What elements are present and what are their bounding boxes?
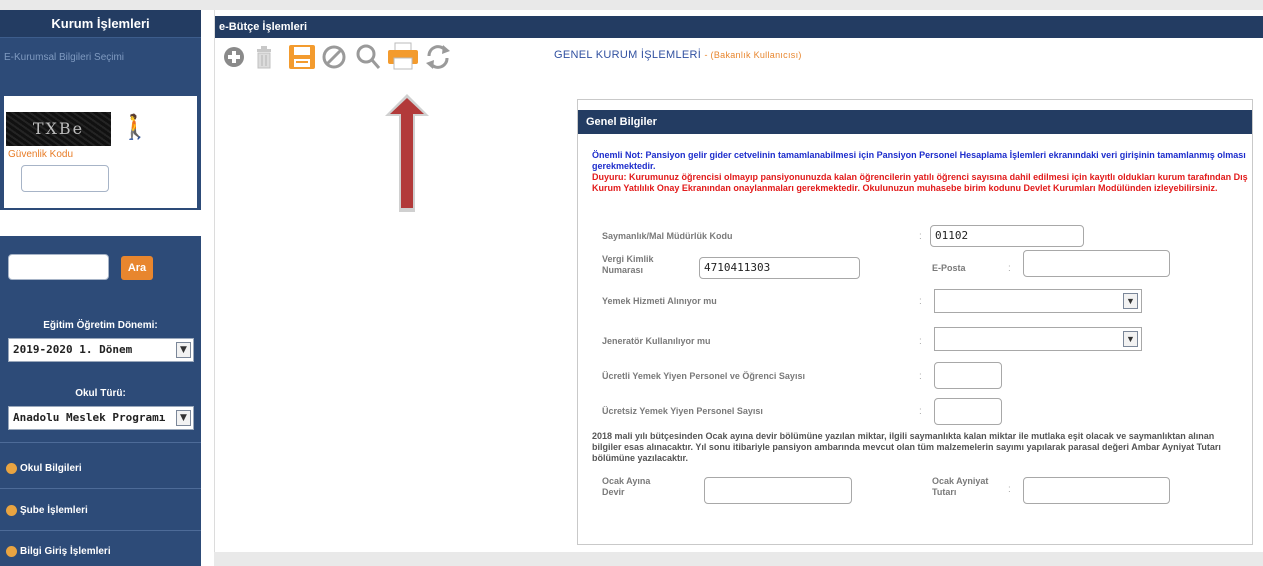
cancel-icon[interactable]: [320, 40, 348, 72]
page-title-text: GENEL KURUM İŞLEMLERİ: [554, 49, 702, 61]
chevron-down-icon[interactable]: ▼: [176, 342, 191, 358]
info-paragraph: 2018 mali yılı bütçesinden Ocak ayına de…: [592, 431, 1221, 463]
colon: :: [919, 296, 922, 307]
accessibility-audio-icon[interactable]: 🚶: [120, 112, 150, 144]
sidebar-item-bilgi-giris[interactable]: Bilgi Giriş İşlemleri: [6, 546, 111, 557]
school-type-label: Okul Türü:: [75, 388, 126, 399]
chevron-down-icon[interactable]: ▼: [1123, 293, 1138, 309]
eposta-input[interactable]: [1023, 250, 1170, 277]
sidebar-subtitle: E-Kurumsal Bilgileri Seçimi: [4, 52, 125, 63]
eposta-label: E-Posta: [932, 263, 966, 273]
colon: :: [919, 336, 922, 347]
add-icon[interactable]: [222, 40, 246, 72]
term-select[interactable]: 2019-2020 1. Dönem ▼: [8, 338, 194, 362]
ucretsiz-input[interactable]: [934, 398, 1002, 425]
search-button[interactable]: Ara: [121, 256, 153, 280]
announcement-note: Duyuru: Kurumunuz öğrencisi olmayıp pans…: [592, 172, 1248, 193]
sidebar-divider: [0, 530, 201, 531]
page-root: Kurum İşlemleri E-Kurumsal Bilgileri Seç…: [0, 0, 1263, 566]
colon: :: [919, 406, 922, 417]
important-note: Önemli Not: Pansiyon gelir gider cetveli…: [592, 150, 1246, 171]
annotation-arrow-icon: [385, 94, 429, 212]
page-title-sub: - (Bakanlık Kullanıcısı): [704, 50, 802, 60]
jenerator-label: Jeneratör Kullanılıyor mu: [602, 336, 711, 346]
yemek-label: Yemek Hizmeti Alınıyor mu: [602, 296, 717, 306]
sidebar-item-label: Okul Bilgileri: [20, 463, 82, 474]
print-icon[interactable]: [386, 40, 420, 72]
ocak-ayniyat-input[interactable]: [1023, 477, 1170, 504]
search-icon[interactable]: [354, 40, 382, 72]
search-input[interactable]: [8, 254, 109, 280]
school-type-select[interactable]: Anadolu Meslek Programı ▼: [8, 406, 194, 430]
refresh-icon[interactable]: [423, 40, 453, 72]
captcha-label: Güvenlik Kodu: [8, 149, 74, 160]
delete-icon[interactable]: [252, 40, 276, 72]
colon: :: [1008, 263, 1011, 274]
chevron-down-icon[interactable]: ▼: [1123, 331, 1138, 347]
jenerator-select[interactable]: ▼: [934, 327, 1142, 351]
colon: :: [1008, 484, 1011, 495]
sidebar-header: Kurum İşlemleri: [0, 10, 201, 38]
ocak-ayniyat-label: Ocak Ayniyat Tutarı: [932, 476, 989, 497]
saymanlik-input[interactable]: 01102: [930, 225, 1084, 247]
sidebar-item-sube-islemleri[interactable]: Şube İşlemleri: [6, 505, 88, 516]
colon: :: [919, 371, 922, 382]
saymanlik-label: Saymanlık/Mal Müdürlük Kodu: [602, 231, 733, 241]
bullet-icon: [6, 546, 17, 557]
main-header: e-Bütçe İşlemleri: [215, 16, 1263, 38]
top-strip: [0, 0, 1263, 10]
yemek-select[interactable]: ▼: [934, 289, 1142, 313]
sidebar-item-label: Bilgi Giriş İşlemleri: [20, 546, 111, 557]
chevron-down-icon[interactable]: ▼: [176, 410, 191, 426]
ocak-devir-label: Ocak Ayına Devir: [602, 476, 651, 497]
colon: :: [919, 231, 922, 242]
school-type-select-value: Anadolu Meslek Programı: [13, 411, 166, 424]
term-select-value: 2019-2020 1. Dönem: [13, 343, 133, 356]
sidebar-divider: [0, 442, 201, 443]
sidebar-separator: [0, 210, 201, 236]
ucretli-label: Ücretli Yemek Yiyen Personel ve Öğrenci …: [602, 371, 805, 381]
sidebar-item-okul-bilgileri[interactable]: Okul Bilgileri: [6, 463, 82, 474]
captcha-image: TXBe: [6, 112, 111, 146]
bullet-icon: [6, 505, 17, 516]
captcha-input[interactable]: [21, 165, 109, 192]
sidebar-divider: [0, 488, 201, 489]
panel-header: Genel Bilgiler: [578, 110, 1252, 134]
ocak-devir-input[interactable]: [704, 477, 852, 504]
page-title: GENEL KURUM İŞLEMLERİ - (Bakanlık Kullan…: [554, 49, 802, 61]
bullet-icon: [6, 463, 17, 474]
bottom-strip: [214, 552, 1263, 566]
sidebar: Kurum İşlemleri E-Kurumsal Bilgileri Seç…: [0, 10, 201, 566]
general-info-panel: Genel Bilgiler Önemli Not: Pansiyon geli…: [577, 99, 1253, 545]
vergi-input[interactable]: 4710411303: [699, 257, 860, 279]
vergi-label: Vergi Kimlik Numarası: [602, 254, 654, 275]
save-icon[interactable]: [287, 40, 317, 72]
ucretsiz-label: Ücretsiz Yemek Yiyen Personel Sayısı: [602, 406, 763, 416]
ucretli-input[interactable]: [934, 362, 1002, 389]
sidebar-item-label: Şube İşlemleri: [20, 505, 88, 516]
term-label: Eğitim Öğretim Dönemi:: [43, 320, 158, 331]
